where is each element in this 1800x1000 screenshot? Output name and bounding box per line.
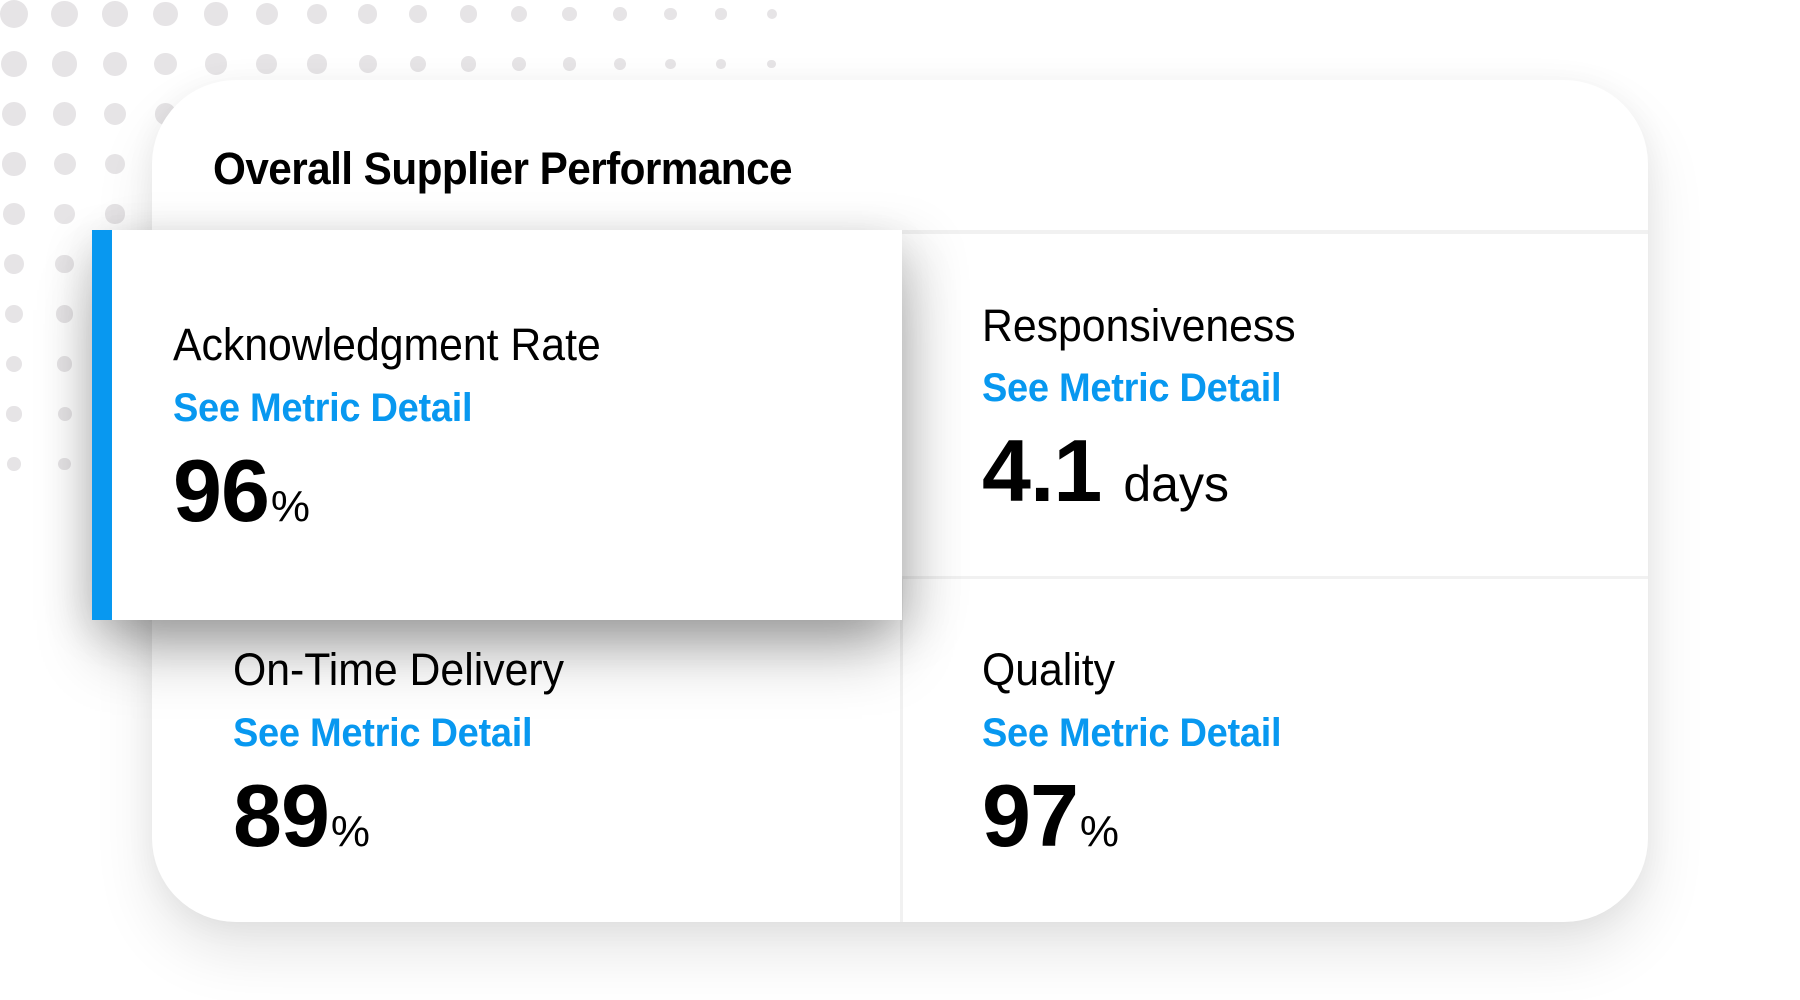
- metric-label: Responsiveness: [982, 300, 1296, 351]
- decorative-dot: [52, 102, 77, 126]
- decorative-dot: [54, 203, 75, 225]
- metric-label: Quality: [982, 644, 1116, 695]
- decorative-dot: [511, 56, 527, 72]
- card-title: Overall Supplier Performance: [213, 143, 793, 194]
- metric-acknowledgment-rate-highlighted[interactable]: Acknowledgment Rate See Metric Detail 96…: [92, 230, 902, 620]
- decorative-dot: [409, 55, 427, 73]
- selected-indicator-bar: [92, 230, 112, 620]
- decorative-dot: [51, 0, 78, 28]
- decorative-dot: [3, 203, 25, 225]
- metric-value: 96: [173, 441, 270, 540]
- decorative-dot: [357, 4, 378, 24]
- decorative-dot: [255, 3, 278, 25]
- decorative-dot: [1, 101, 27, 127]
- decorative-dot: [51, 51, 78, 77]
- metric-value: 97: [982, 766, 1079, 865]
- decorative-dot: [103, 52, 127, 76]
- row-divider: [902, 576, 1648, 579]
- decorative-dot: [665, 58, 676, 70]
- decorative-dot: [55, 254, 74, 274]
- metric-unit: %: [270, 482, 311, 531]
- metric-label: On-Time Delivery: [233, 644, 564, 695]
- decorative-dot: [306, 3, 328, 25]
- metric-unit: %: [1079, 807, 1120, 856]
- metric-value-row: 97%: [982, 772, 1119, 860]
- see-metric-detail-link[interactable]: See Metric Detail: [982, 368, 1282, 408]
- decorative-dot: [4, 304, 24, 324]
- decorative-dot: [562, 57, 577, 71]
- column-divider: [900, 577, 903, 922]
- decorative-dot: [358, 55, 377, 73]
- decorative-dot: [562, 6, 577, 22]
- header-divider: [902, 230, 1648, 234]
- metric-value-row: 89%: [233, 772, 370, 860]
- decorative-dot: [511, 6, 527, 22]
- decorative-dot: [6, 406, 22, 422]
- decorative-dot: [53, 153, 76, 175]
- decorative-dot: [664, 7, 677, 21]
- metric-value-row: 4.1 days: [982, 427, 1229, 515]
- decorative-dot: [256, 53, 277, 75]
- metric-value-row: 96%: [173, 447, 310, 535]
- decorative-dot: [105, 204, 125, 224]
- decorative-dot: [205, 53, 227, 75]
- decorative-dot: [55, 305, 74, 323]
- decorative-dot: [104, 153, 126, 175]
- decorative-dot: [614, 58, 626, 70]
- decorative-dot: [57, 407, 72, 421]
- decorative-dot: [102, 1, 128, 27]
- decorative-dot: [2, 152, 26, 176]
- decorative-dot: [766, 9, 777, 19]
- see-metric-detail-link[interactable]: See Metric Detail: [982, 713, 1282, 753]
- decorative-dot: [307, 54, 327, 74]
- see-metric-detail-link[interactable]: See Metric Detail: [233, 713, 533, 753]
- decorative-dot: [58, 457, 71, 471]
- decorative-dot: [103, 102, 127, 126]
- decorative-dot: [715, 8, 727, 20]
- decorative-dot: [5, 355, 23, 373]
- decorative-dot: [0, 50, 28, 78]
- decorative-dot: [459, 5, 478, 23]
- decorative-dot: [716, 59, 726, 69]
- metric-label: Acknowledgment Rate: [173, 319, 601, 370]
- see-metric-detail-link[interactable]: See Metric Detail: [173, 388, 473, 428]
- decorative-dot: [613, 7, 627, 21]
- decorative-dot: [154, 52, 177, 76]
- decorative-dot: [767, 59, 776, 69]
- metric-unit: %: [330, 807, 371, 856]
- decorative-dot: [460, 56, 477, 72]
- decorative-dot: [0, 0, 28, 28]
- decorative-dot: [7, 457, 21, 471]
- metric-value: 89: [233, 766, 330, 865]
- decorative-dot: [204, 2, 228, 26]
- decorative-dot: [153, 1, 178, 27]
- metric-unit: days: [1123, 456, 1229, 512]
- decorative-dot: [56, 356, 73, 372]
- metric-value: 4.1: [982, 421, 1102, 520]
- decorative-dot: [408, 4, 428, 24]
- decorative-dot: [4, 254, 24, 274]
